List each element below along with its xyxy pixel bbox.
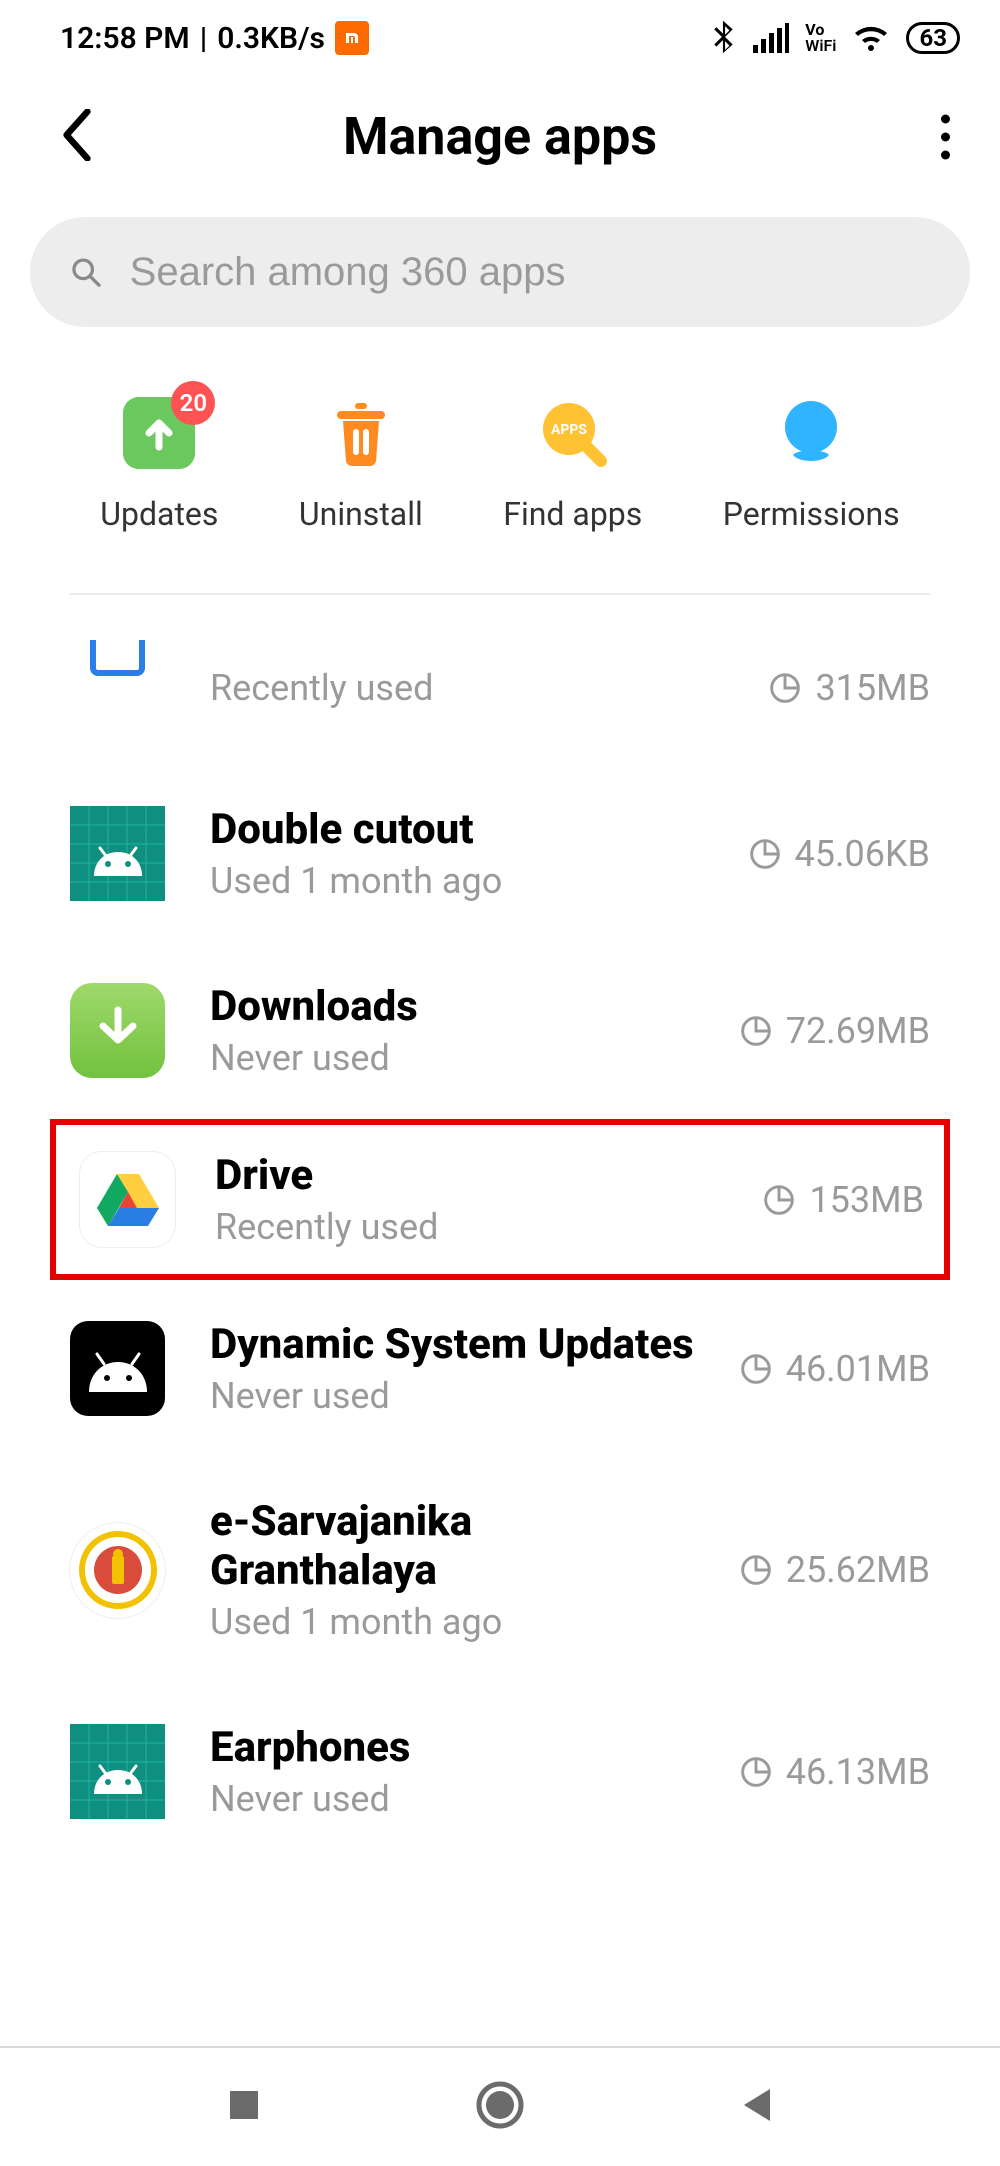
app-size-value: 315MB [815,667,930,709]
app-row[interactable]: Earphones Never used 46.13MB [0,1683,1000,1860]
app-row[interactable]: Dynamic System Updates Never used 46.01M… [0,1280,1000,1457]
search-icon [70,255,102,289]
chevron-left-icon [60,109,94,161]
storage-icon [749,838,781,870]
app-size-value: 25.62MB [786,1549,930,1591]
storage-icon [740,1554,772,1586]
app-size-value: 153MB [809,1179,924,1221]
app-row[interactable]: Downloads Never used 72.69MB [0,942,1000,1119]
quick-find-apps[interactable]: APPS Find apps [503,397,642,533]
mi-icon [335,21,369,55]
vowifi-icon: Vo WiFi [805,22,836,54]
highlighted-app: Drive Recently used 153MB [50,1119,950,1280]
status-right: Vo WiFi 63 [711,20,960,56]
google-drive-icon [95,1170,161,1230]
square-icon [226,2087,262,2123]
app-size-value: 72.69MB [786,1010,930,1052]
wifi-icon [852,23,890,53]
find-apps-icon: APPS [537,397,609,469]
nav-home-button[interactable] [475,2080,525,2134]
triangle-left-icon [738,2085,774,2125]
app-list[interactable]: Recently used 315MB Double cutout Used 1… [0,595,1000,1860]
app-name: Double cutout [210,805,704,854]
app-name: e-Sarvajanika Granthalaya [210,1497,695,1595]
back-button[interactable] [60,109,94,165]
app-sub: Recently used [215,1206,723,1248]
android-icon [83,1344,153,1394]
app-sub: Never used [210,1778,695,1820]
android-icon [70,1724,165,1819]
vo-bot: WiFi [805,38,836,54]
app-icon-esg [70,1523,165,1618]
quick-permissions[interactable]: Permissions [723,397,900,533]
app-size-value: 46.01MB [786,1348,930,1390]
more-menu-button[interactable] [941,114,950,159]
app-icon-partial [70,640,165,735]
storage-icon [740,1015,772,1047]
battery-icon: 63 [906,22,960,54]
quick-find-label: Find apps [503,495,642,533]
app-row-drive[interactable]: Drive Recently used 153MB [80,1151,924,1248]
status-sep: | [200,21,208,56]
app-row[interactable]: Double cutout Used 1 month ago 45.06KB [0,765,1000,942]
app-row[interactable]: Recently used 315MB [0,595,1000,765]
quick-updates-label: Updates [100,495,218,533]
storage-icon [769,672,801,704]
app-icon-android [70,806,165,901]
app-name: Drive [215,1151,723,1200]
app-row[interactable]: e-Sarvajanika Granthalaya Used 1 month a… [0,1457,1000,1683]
quick-uninstall-label: Uninstall [299,495,423,533]
nav-bar [0,2046,1000,2166]
permissions-icon [775,397,847,469]
app-name: Earphones [210,1723,695,1772]
updates-icon: 20 [123,397,195,469]
quick-actions: 20 Updates Uninstall APPS Find apps Perm… [0,327,1000,593]
status-bar: 12:58 PM | 0.3KB/s Vo WiFi 63 [0,0,1000,66]
quick-permissions-label: Permissions [723,495,900,533]
app-sub: Recently used [210,667,724,709]
svg-text:APPS: APPS [551,422,587,438]
updates-badge: 20 [171,381,215,425]
document-icon [90,640,145,676]
dots-vertical-icon [941,114,950,123]
nav-back-button[interactable] [738,2085,774,2129]
status-net: 0.3KB/s [217,21,325,56]
bluetooth-icon [711,20,737,56]
android-icon [70,806,165,901]
search-bar[interactable] [30,217,970,327]
status-time: 12:58 PM [60,21,190,56]
trash-icon [325,397,397,469]
page-title: Manage apps [343,106,657,167]
app-sub: Never used [210,1037,695,1079]
app-sub: Used 1 month ago [210,1601,695,1643]
status-left: 12:58 PM | 0.3KB/s [60,21,369,56]
app-name: Downloads [210,982,695,1031]
quick-updates[interactable]: 20 Updates [100,397,218,533]
app-sub: Never used [210,1375,695,1417]
app-sub: Used 1 month ago [210,860,704,902]
search-input[interactable] [130,250,930,295]
app-size-value: 45.06KB [795,833,930,875]
app-size-value: 46.13MB [786,1751,930,1793]
emblem-icon [78,1530,158,1610]
app-icon-dsu [70,1321,165,1416]
circle-icon [475,2080,525,2130]
storage-icon [740,1353,772,1385]
quick-uninstall[interactable]: Uninstall [299,397,423,533]
app-name: Dynamic System Updates [210,1320,695,1369]
app-icon-drive [80,1152,175,1247]
header: Manage apps [0,66,1000,207]
signal-icon [753,23,789,53]
download-icon [89,1002,147,1060]
app-icon-earphones [70,1724,165,1819]
app-icon-downloads [70,983,165,1078]
storage-icon [740,1756,772,1788]
storage-icon [763,1184,795,1216]
nav-recent-button[interactable] [226,2087,262,2127]
